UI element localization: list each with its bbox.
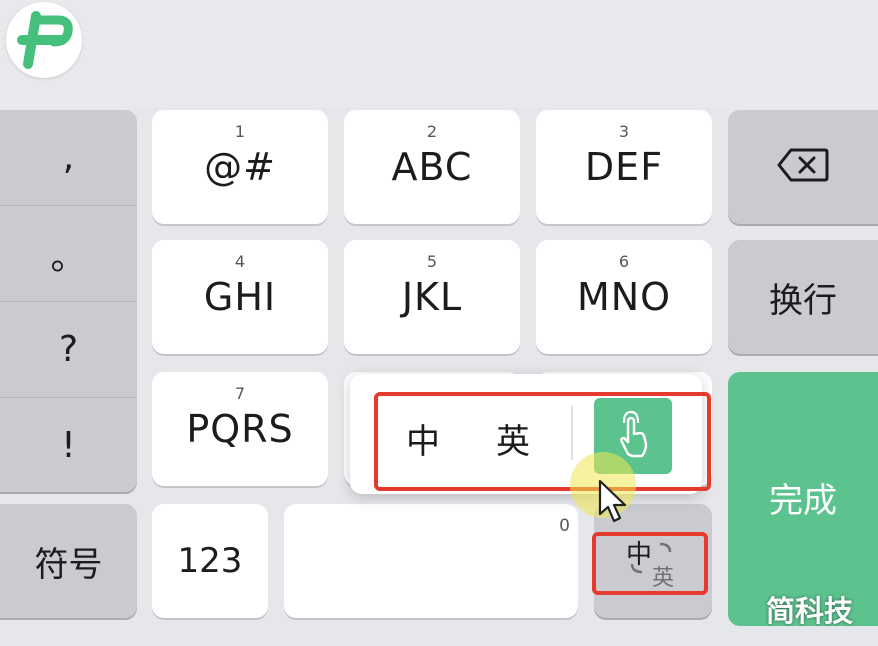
key-6-mno[interactable]: 6 MNO bbox=[536, 240, 712, 354]
key-4-ghi[interactable]: 4 GHI bbox=[152, 240, 328, 354]
punctuation-column: , 。 ? ! bbox=[0, 110, 137, 492]
comma-key[interactable]: , bbox=[0, 110, 137, 205]
popup-highlight bbox=[374, 392, 711, 491]
key-5-jkl[interactable]: 5 JKL bbox=[344, 240, 520, 354]
exclamation-key[interactable]: ! bbox=[0, 398, 137, 493]
app-logo-icon[interactable] bbox=[6, 2, 82, 78]
newline-key[interactable]: 换行 bbox=[728, 240, 878, 354]
backspace-icon bbox=[777, 147, 829, 187]
backspace-key[interactable] bbox=[728, 110, 878, 224]
top-bar bbox=[0, 0, 878, 108]
numbers-key[interactable]: 123 bbox=[152, 504, 268, 618]
switch-key-highlight bbox=[592, 532, 708, 595]
symbols-key[interactable]: 符号 bbox=[0, 504, 137, 618]
key-2-abc[interactable]: 2 ABC bbox=[344, 110, 520, 224]
key-7-pqrs[interactable]: 7 PQRS bbox=[152, 372, 328, 486]
question-key[interactable]: ? bbox=[0, 302, 137, 397]
key-3-def[interactable]: 3 DEF bbox=[536, 110, 712, 224]
period-key[interactable]: 。 bbox=[0, 206, 137, 301]
key-1-symbols[interactable]: 1 @# bbox=[152, 110, 328, 224]
watermark: 简科技 bbox=[766, 594, 854, 628]
space-key[interactable]: 0 bbox=[284, 504, 578, 618]
mouse-cursor-icon bbox=[596, 478, 636, 532]
